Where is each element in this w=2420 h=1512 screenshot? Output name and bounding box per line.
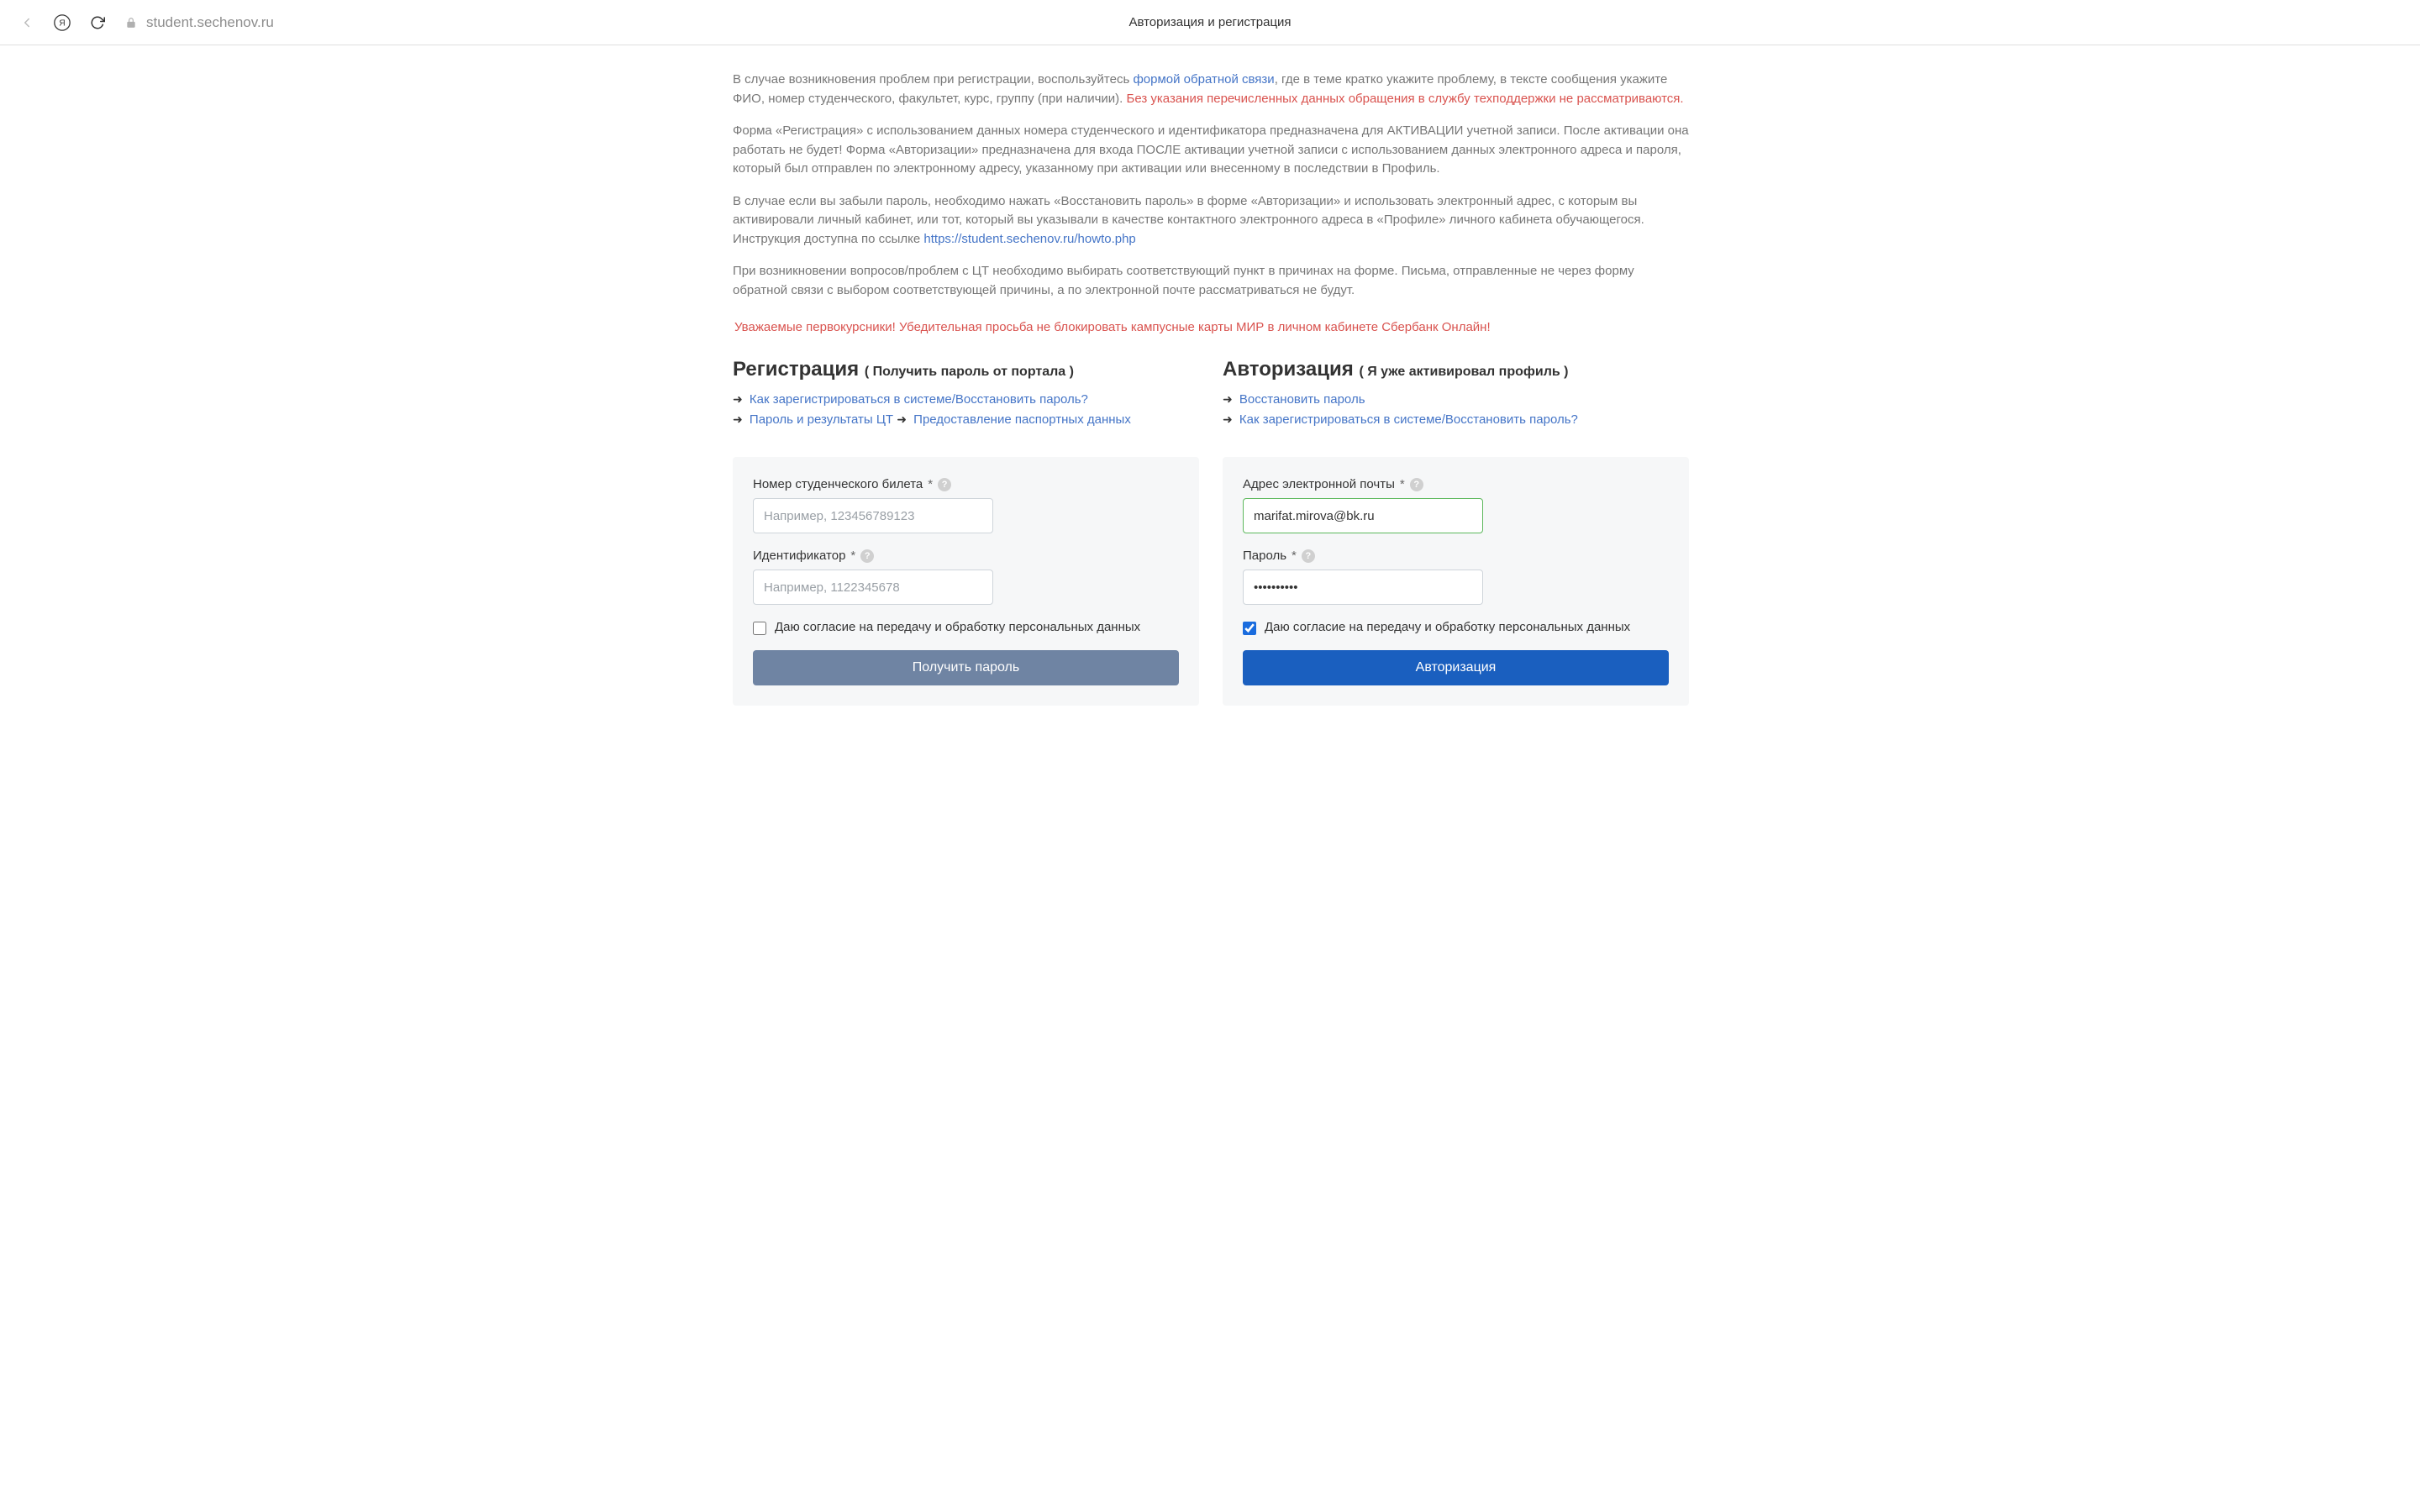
authorization-heading: Авторизация ( Я уже активировал профиль …: [1223, 358, 1689, 381]
arrow-icon: ➜: [733, 392, 743, 406]
auth-howto-link[interactable]: Как зарегистрироваться в системе/Восстан…: [1239, 412, 1578, 427]
tab-title: Авторизация и регистрация: [1128, 15, 1291, 29]
intro-paragraph-4: При возникновении вопросов/проблем с ЦТ …: [733, 262, 1689, 300]
help-icon[interactable]: ?: [938, 478, 951, 491]
svg-text:Я: Я: [59, 18, 65, 28]
auth-consent-row[interactable]: Даю согласие на передачу и обработку пер…: [1243, 620, 1669, 635]
auth-consent-label: Даю согласие на передачу и обработку пер…: [1265, 620, 1630, 634]
registration-links: ➜ Как зарегистрироваться в системе/Восст…: [733, 390, 1199, 430]
arrow-icon: ➜: [1223, 392, 1233, 406]
intro-p1-red: Без указания перечисленных данных обраще…: [1126, 92, 1683, 106]
reg-consent-label: Даю согласие на передачу и обработку пер…: [775, 620, 1140, 634]
freshmen-notice: Уважаемые первокурсники! Убедительная пр…: [734, 320, 1689, 334]
arrow-icon: ➜: [897, 412, 907, 426]
get-password-button[interactable]: Получить пароль: [753, 650, 1179, 685]
student-id-input[interactable]: [753, 498, 993, 533]
student-id-label: Номер студенческого билета * ?: [753, 477, 1179, 491]
browser-toolbar: Я student.sechenov.ru Авторизация и реги…: [0, 0, 2420, 45]
yandex-icon[interactable]: Я: [52, 13, 72, 33]
arrow-icon: ➜: [1223, 412, 1233, 426]
restore-password-link[interactable]: Восстановить пароль: [1239, 392, 1365, 407]
registration-heading: Регистрация ( Получить пароль от портала…: [733, 358, 1199, 381]
registration-column: Регистрация ( Получить пароль от портала…: [733, 358, 1199, 706]
reg-consent-checkbox[interactable]: [753, 622, 766, 635]
password-input[interactable]: [1243, 570, 1483, 605]
authorization-subtitle: Я уже активировал профиль: [1367, 365, 1560, 379]
help-icon[interactable]: ?: [860, 549, 874, 563]
url-text: student.sechenov.ru: [146, 14, 274, 31]
page-content: В случае возникновения проблем при регис…: [728, 45, 1692, 739]
authorization-title: Авторизация: [1223, 358, 1354, 381]
back-button[interactable]: [17, 13, 37, 33]
email-label: Адрес электронной почты * ?: [1243, 477, 1669, 491]
authorize-button[interactable]: Авторизация: [1243, 650, 1669, 685]
intro-p1-text-a: В случае возникновения проблем при регис…: [733, 72, 1133, 87]
reg-howto-link[interactable]: Как зарегистрироваться в системе/Восстан…: [750, 392, 1088, 407]
intro-paragraph-2: Форма «Регистрация» с использованием дан…: [733, 122, 1689, 179]
arrow-icon: ➜: [733, 412, 743, 426]
intro-paragraph-1: В случае возникновения проблем при регис…: [733, 71, 1689, 108]
authorization-links: ➜ Восстановить пароль ➜ Как зарегистриро…: [1223, 390, 1689, 430]
authorization-form: Адрес электронной почты * ? Пароль * ? Д…: [1223, 457, 1689, 706]
email-input[interactable]: [1243, 498, 1483, 533]
reg-consent-row[interactable]: Даю согласие на передачу и обработку пер…: [753, 620, 1179, 635]
identifier-input[interactable]: [753, 570, 993, 605]
reg-passport-link[interactable]: Предоставление паспортных данных: [913, 412, 1131, 427]
feedback-form-link[interactable]: формой обратной связи: [1133, 72, 1274, 87]
registration-title: Регистрация: [733, 358, 859, 381]
password-label: Пароль * ?: [1243, 549, 1669, 563]
reg-ct-link[interactable]: Пароль и результаты ЦТ: [750, 412, 893, 427]
intro-paragraph-3: В случае если вы забыли пароль, необходи…: [733, 192, 1689, 249]
identifier-label: Идентификатор * ?: [753, 549, 1179, 563]
reload-button[interactable]: [87, 13, 108, 33]
registration-subtitle: Получить пароль от портала: [873, 365, 1066, 379]
intro-p3-text: В случае если вы забыли пароль, необходи…: [733, 194, 1644, 246]
registration-form: Номер студенческого билета * ? Идентифик…: [733, 457, 1199, 706]
help-icon[interactable]: ?: [1410, 478, 1423, 491]
authorization-column: Авторизация ( Я уже активировал профиль …: [1223, 358, 1689, 706]
howto-link[interactable]: https://student.sechenov.ru/howto.php: [923, 232, 1135, 246]
auth-consent-checkbox[interactable]: [1243, 622, 1256, 635]
help-icon[interactable]: ?: [1302, 549, 1315, 563]
address-bar[interactable]: student.sechenov.ru: [123, 14, 274, 31]
lock-icon: [123, 14, 139, 31]
